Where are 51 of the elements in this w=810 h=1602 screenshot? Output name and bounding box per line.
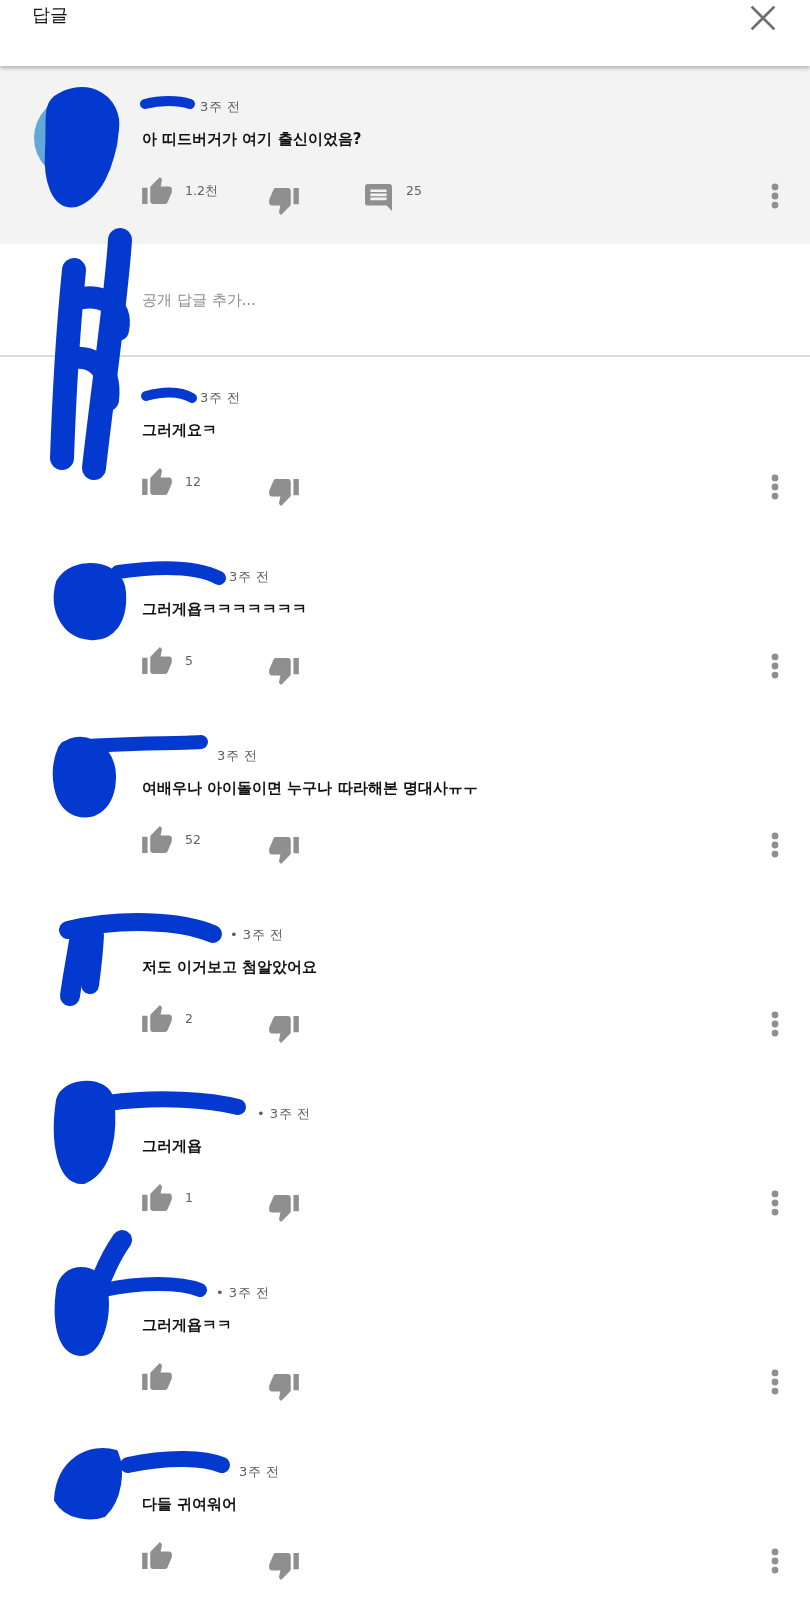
comment-text: 그러게욥 (142, 1136, 202, 1157)
comment-text: 아 띠드버거가 여기 출신이었음? (142, 129, 362, 150)
more-options-icon[interactable] (771, 1369, 779, 1395)
thumbs-down-icon[interactable] (269, 1374, 299, 1401)
thumbs-up-icon[interactable] (142, 177, 172, 204)
more-options-icon[interactable] (771, 183, 779, 209)
close-icon[interactable] (750, 5, 776, 31)
like-count: 5 (185, 653, 193, 669)
more-options-icon[interactable] (771, 832, 779, 858)
thumbs-up-icon[interactable] (142, 1363, 172, 1390)
like-count: 52 (185, 832, 201, 848)
comment-time: • 3주 전 (257, 1105, 311, 1123)
like-count: 1 (185, 1190, 193, 1206)
more-options-icon[interactable] (771, 1190, 779, 1216)
comment-text: 그러게요ㅋ (142, 420, 217, 441)
thumbs-down-icon[interactable] (269, 1016, 299, 1043)
reply-input-field[interactable]: 공개 답글 추가... (142, 281, 762, 318)
comment-icon[interactable] (365, 184, 392, 211)
thumbs-down-icon[interactable] (269, 1195, 299, 1222)
panel-title: 답글 (32, 3, 68, 27)
comment-text: 저도 이거보고 첨알았어요 (142, 957, 318, 978)
like-count: 1.2천 (185, 183, 218, 199)
like-count: 12 (185, 474, 201, 490)
thumbs-down-icon[interactable] (269, 188, 299, 215)
comment-text: 다들 귀여워어 (142, 1494, 238, 1515)
comment-time: • 3주 전 (216, 1284, 270, 1302)
comment-text: 그러게욥ㅋㅋ (142, 1315, 232, 1336)
thumbs-up-icon[interactable] (142, 826, 172, 853)
comment-text: 여배우나 아이돌이면 누구나 따라해본 명대사ㅠㅜ (142, 778, 478, 799)
thumbs-up-icon[interactable] (142, 1542, 172, 1569)
comment-text: 그러게욥ㅋㅋㅋㅋㅋㅋㅋ (142, 599, 307, 620)
thumbs-up-icon[interactable] (142, 1184, 172, 1211)
thumbs-down-icon[interactable] (269, 479, 299, 506)
thumbs-down-icon[interactable] (269, 1553, 299, 1580)
comment-time: 3주 전 (229, 568, 270, 586)
more-options-icon[interactable] (771, 474, 779, 500)
thumbs-up-icon[interactable] (142, 1005, 172, 1032)
comment-time: 3주 전 (217, 747, 258, 765)
thumbs-up-icon[interactable] (142, 647, 172, 674)
comment-time: 3주 전 (200, 389, 241, 407)
comment-time: 3주 전 (239, 1463, 280, 1481)
more-options-icon[interactable] (771, 653, 779, 679)
thumbs-down-icon[interactable] (269, 837, 299, 864)
thumbs-up-icon[interactable] (142, 468, 172, 495)
reply-count: 25 (406, 183, 422, 199)
more-options-icon[interactable] (771, 1548, 779, 1574)
comment-time: 3주 전 (200, 98, 241, 116)
comment-time: • 3주 전 (230, 926, 284, 944)
thumbs-down-icon[interactable] (269, 658, 299, 685)
like-count: 2 (185, 1011, 193, 1027)
more-options-icon[interactable] (771, 1011, 779, 1037)
